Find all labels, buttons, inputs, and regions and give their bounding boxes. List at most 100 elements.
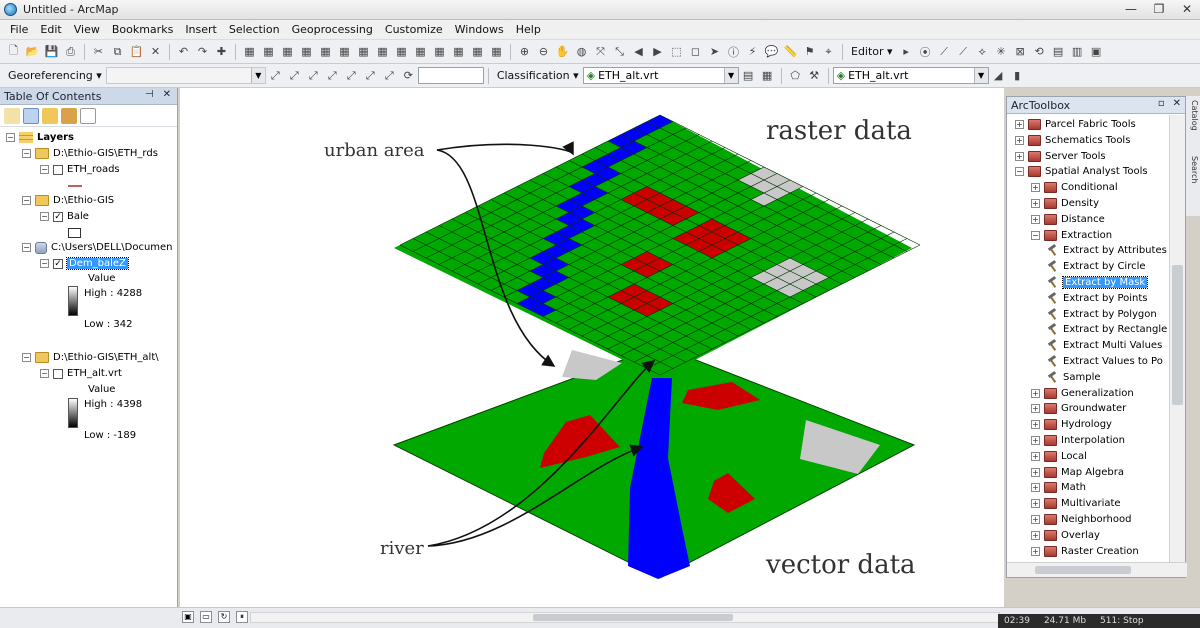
collapse-icon[interactable]: − — [40, 259, 49, 268]
measure-icon[interactable]: 📏 — [782, 43, 799, 60]
expand-icon[interactable]: + — [1015, 135, 1024, 145]
create-features-icon[interactable]: ▣ — [1088, 43, 1105, 60]
toc-row-layers[interactable]: − Layers — [6, 130, 74, 145]
layout-tool-icon[interactable]: ▦ — [260, 43, 277, 60]
layer-visibility-checkbox[interactable] — [53, 368, 63, 379]
layout-tool-icon[interactable]: ▦ — [317, 43, 334, 60]
layout-tool-icon[interactable]: ▦ — [488, 43, 505, 60]
arctoolbox-item[interactable]: Extract by Polygon — [1047, 307, 1157, 322]
arctoolbox-item[interactable]: + Local — [1031, 449, 1087, 464]
point-icon[interactable]: ✳ — [993, 43, 1010, 60]
georef-tool-icon[interactable]: ⤢ — [381, 67, 398, 84]
classification-layer-combo[interactable]: ◈ ETH_alt.vrt ▼ — [582, 67, 739, 84]
expand-icon[interactable]: + — [1031, 436, 1040, 445]
zoom-in-icon[interactable]: ⊕ — [516, 43, 533, 60]
layout-tool-icon[interactable]: ▦ — [431, 43, 448, 60]
layout-tool-icon[interactable]: ▦ — [374, 43, 391, 60]
scrollbar-thumb[interactable] — [1172, 265, 1183, 405]
minimize-button[interactable]: — — [1124, 2, 1138, 16]
layout-tool-icon[interactable]: ▦ — [241, 43, 258, 60]
arctoolbox-item[interactable]: + Server Tools — [1015, 149, 1106, 164]
go-to-xy-icon[interactable]: ⌖ — [820, 43, 837, 60]
clear-selection-icon[interactable]: ◻ — [687, 43, 704, 60]
scrollbar-thumb[interactable] — [1035, 566, 1131, 574]
expand-icon[interactable]: + — [1031, 546, 1040, 556]
arctoolbox-horizontal-scrollbar[interactable] — [1007, 562, 1187, 577]
layout-view-icon[interactable]: ▭ — [200, 611, 212, 623]
arctoolbox-item[interactable]: + Interpolation — [1031, 433, 1125, 448]
straight-segment-icon[interactable]: ⟋ — [936, 43, 953, 60]
collapse-icon[interactable]: − — [22, 149, 31, 158]
arctoolbox-item[interactable]: + Density — [1031, 196, 1099, 211]
options-icon[interactable] — [80, 107, 96, 124]
forward-arrow-icon[interactable]: ▶ — [649, 43, 666, 60]
draw-polygon-icon[interactable]: ⬠ — [787, 67, 804, 84]
list-by-source-icon[interactable] — [23, 107, 39, 124]
expand-icon[interactable]: + — [1031, 483, 1040, 493]
stretch-icon[interactable]: ◢ — [990, 67, 1007, 84]
arctoolbox-item[interactable]: + Neighborhood — [1031, 512, 1131, 527]
copy-icon[interactable]: ⧉ — [109, 43, 126, 60]
arctoolbox-item[interactable]: + Generalization — [1031, 386, 1134, 401]
paste-icon[interactable]: 📋 — [128, 43, 145, 60]
arctoolbox-item[interactable]: Sample — [1047, 370, 1101, 385]
expand-icon[interactable]: + — [1031, 515, 1040, 524]
expand-icon[interactable]: + — [1031, 499, 1040, 509]
split-tool-icon[interactable]: ⊠ — [1012, 43, 1029, 60]
arctoolbox-item[interactable]: Extract Values to Po — [1047, 354, 1163, 369]
georeferencing-menu[interactable]: Georeferencing ▾ — [4, 69, 106, 82]
arctoolbox-vertical-scrollbar[interactable] — [1169, 115, 1185, 563]
sketch-properties-icon[interactable]: ▥ — [1069, 43, 1086, 60]
fixed-zoom-in-icon[interactable]: ⤧ — [592, 43, 609, 60]
arctoolbox-item[interactable]: + Map Algebra — [1031, 465, 1124, 480]
arctoolbox-item[interactable]: + Multivariate — [1031, 496, 1121, 511]
classification-tool-icon[interactable]: ⚒ — [806, 67, 823, 84]
open-folder-icon[interactable]: 📂 — [24, 43, 41, 60]
layout-tool-icon[interactable]: ▦ — [279, 43, 296, 60]
layer-visibility-checkbox[interactable]: ✓ — [53, 258, 63, 269]
undo-icon[interactable]: ↶ — [175, 43, 192, 60]
class-tool-icon[interactable]: ▦ — [759, 67, 776, 84]
full-extent-globe-icon[interactable]: ◍ — [573, 43, 590, 60]
collapse-icon[interactable]: − — [6, 133, 15, 142]
rotate-icon[interactable]: ⟳ — [400, 67, 417, 84]
collapse-icon[interactable]: − — [1031, 230, 1040, 240]
menu-edit[interactable]: Edit — [34, 23, 67, 36]
toc-row-layer[interactable]: − ✓ Dem_baleZ — [40, 256, 129, 271]
collapse-icon[interactable]: − — [22, 353, 31, 362]
layout-tool-icon[interactable]: ▦ — [469, 43, 486, 60]
close-button[interactable]: ✕ — [1180, 2, 1194, 16]
menu-geoprocessing[interactable]: Geoprocessing — [286, 23, 379, 36]
select-elements-arrow-icon[interactable]: ➤ — [706, 43, 723, 60]
menu-view[interactable]: View — [68, 23, 106, 36]
expand-icon[interactable]: + — [1031, 530, 1040, 540]
delete-icon[interactable]: ✕ — [147, 43, 164, 60]
layer-visibility-checkbox[interactable]: ✓ — [53, 211, 63, 222]
arctoolbox-item[interactable]: Extract by Mask — [1047, 275, 1149, 290]
collapse-icon[interactable]: − — [1015, 167, 1024, 177]
layer-visibility-checkbox[interactable] — [53, 164, 63, 175]
refresh-icon[interactable]: ↻ — [218, 611, 230, 623]
collapse-icon[interactable]: − — [22, 243, 31, 252]
arctoolbox-item[interactable]: + Groundwater — [1031, 401, 1126, 416]
arctoolbox-item[interactable]: Extract by Rectangle — [1047, 322, 1167, 337]
attributes-icon[interactable]: ▤ — [1050, 43, 1067, 60]
toc-row-layer[interactable]: − ETH_alt.vrt — [40, 366, 122, 381]
expand-icon[interactable]: + — [1031, 388, 1040, 398]
scrollbar-thumb[interactable] — [533, 614, 733, 621]
edit-annotation-icon[interactable]: ⦿ — [917, 43, 934, 60]
layout-tool-icon[interactable]: ▦ — [298, 43, 315, 60]
collapse-icon[interactable]: − — [40, 165, 49, 174]
cut-icon[interactable]: ✂ — [90, 43, 107, 60]
menu-bookmarks[interactable]: Bookmarks — [106, 23, 179, 36]
toc-row-source[interactable]: − D:\Ethio-GIS\ETH_rds — [22, 146, 158, 161]
arctoolbox-item[interactable]: + Conditional — [1031, 180, 1118, 195]
georef-tool-icon[interactable]: ⤢ — [343, 67, 360, 84]
data-view-icon[interactable]: ▣ — [182, 611, 194, 623]
classification-menu[interactable]: Classification ▾ — [493, 69, 583, 82]
georef-tool-icon[interactable]: ⤢ — [267, 67, 284, 84]
menu-help[interactable]: Help — [510, 23, 547, 36]
fixed-zoom-out-icon[interactable]: ⤡ — [611, 43, 628, 60]
redo-icon[interactable]: ↷ — [194, 43, 211, 60]
histogram-icon[interactable]: ▮ — [1009, 67, 1026, 84]
